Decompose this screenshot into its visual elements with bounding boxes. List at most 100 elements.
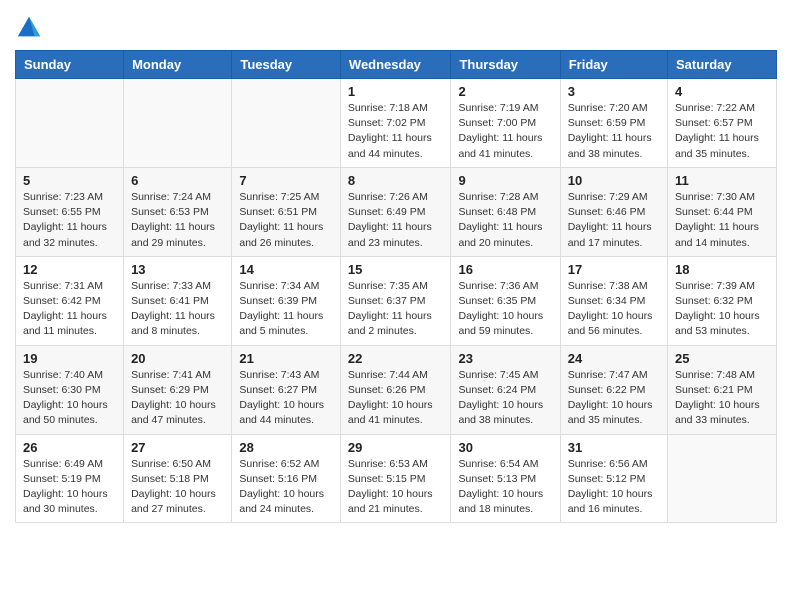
calendar-day-cell: 8 Sunrise: 7:26 AM Sunset: 6:49 PM Daylig… xyxy=(340,167,451,256)
day-number: 13 xyxy=(131,262,224,277)
page-container: SundayMondayTuesdayWednesdayThursdayFrid… xyxy=(0,0,792,538)
day-info: Sunrise: 7:39 AM Sunset: 6:32 PM Dayligh… xyxy=(675,279,769,340)
day-info: Sunrise: 7:30 AM Sunset: 6:44 PM Dayligh… xyxy=(675,190,769,251)
day-number: 7 xyxy=(239,173,333,188)
day-info: Sunrise: 7:23 AM Sunset: 6:55 PM Dayligh… xyxy=(23,190,116,251)
header xyxy=(15,10,777,42)
day-info: Sunrise: 7:25 AM Sunset: 6:51 PM Dayligh… xyxy=(239,190,333,251)
day-info: Sunrise: 7:24 AM Sunset: 6:53 PM Dayligh… xyxy=(131,190,224,251)
calendar-week-row: 12 Sunrise: 7:31 AM Sunset: 6:42 PM Dayli… xyxy=(16,256,777,345)
day-number: 9 xyxy=(458,173,552,188)
calendar-day-cell: 23 Sunrise: 7:45 AM Sunset: 6:24 PM Dayli… xyxy=(451,345,560,434)
day-of-week-header: Thursday xyxy=(451,51,560,79)
day-of-week-header: Monday xyxy=(124,51,232,79)
day-number: 18 xyxy=(675,262,769,277)
calendar-day-cell: 24 Sunrise: 7:47 AM Sunset: 6:22 PM Dayli… xyxy=(560,345,667,434)
calendar-day-cell: 18 Sunrise: 7:39 AM Sunset: 6:32 PM Dayli… xyxy=(668,256,777,345)
calendar-day-cell: 6Sunrise: 7:24 AM Sunset: 6:53 PM Daylig… xyxy=(124,167,232,256)
day-number: 14 xyxy=(239,262,333,277)
day-info: Sunrise: 7:34 AM Sunset: 6:39 PM Dayligh… xyxy=(239,279,333,340)
day-info: Sunrise: 6:50 AM Sunset: 5:18 PM Dayligh… xyxy=(131,457,224,518)
day-number: 8 xyxy=(348,173,444,188)
day-info: Sunrise: 7:45 AM Sunset: 6:24 PM Dayligh… xyxy=(458,368,552,429)
calendar-day-cell xyxy=(668,434,777,523)
day-number: 25 xyxy=(675,351,769,366)
day-info: Sunrise: 7:26 AM Sunset: 6:49 PM Dayligh… xyxy=(348,190,444,251)
day-info: Sunrise: 6:49 AM Sunset: 5:19 PM Dayligh… xyxy=(23,457,116,518)
day-info: Sunrise: 7:41 AM Sunset: 6:29 PM Dayligh… xyxy=(131,368,224,429)
calendar-day-cell: 11 Sunrise: 7:30 AM Sunset: 6:44 PM Dayli… xyxy=(668,167,777,256)
day-info: Sunrise: 7:19 AM Sunset: 7:00 PM Dayligh… xyxy=(458,101,552,162)
calendar-week-row: 5 Sunrise: 7:23 AM Sunset: 6:55 PM Daylig… xyxy=(16,167,777,256)
calendar-day-cell: 27Sunrise: 6:50 AM Sunset: 5:18 PM Dayli… xyxy=(124,434,232,523)
day-of-week-header: Sunday xyxy=(16,51,124,79)
day-number: 31 xyxy=(568,440,660,455)
calendar-day-cell: 13 Sunrise: 7:33 AM Sunset: 6:41 PM Dayli… xyxy=(124,256,232,345)
calendar-day-cell: 16Sunrise: 7:36 AM Sunset: 6:35 PM Dayli… xyxy=(451,256,560,345)
day-number: 24 xyxy=(568,351,660,366)
calendar-day-cell: 28Sunrise: 6:52 AM Sunset: 5:16 PM Dayli… xyxy=(232,434,341,523)
day-info: Sunrise: 7:44 AM Sunset: 6:26 PM Dayligh… xyxy=(348,368,444,429)
day-info: Sunrise: 7:18 AM Sunset: 7:02 PM Dayligh… xyxy=(348,101,444,162)
day-number: 21 xyxy=(239,351,333,366)
calendar-day-cell: 3Sunrise: 7:20 AM Sunset: 6:59 PM Daylig… xyxy=(560,79,667,168)
day-info: Sunrise: 7:36 AM Sunset: 6:35 PM Dayligh… xyxy=(458,279,552,340)
day-info: Sunrise: 7:40 AM Sunset: 6:30 PM Dayligh… xyxy=(23,368,116,429)
day-number: 23 xyxy=(458,351,552,366)
day-info: Sunrise: 7:29 AM Sunset: 6:46 PM Dayligh… xyxy=(568,190,660,251)
day-number: 10 xyxy=(568,173,660,188)
day-info: Sunrise: 7:48 AM Sunset: 6:21 PM Dayligh… xyxy=(675,368,769,429)
day-of-week-header: Friday xyxy=(560,51,667,79)
day-number: 20 xyxy=(131,351,224,366)
day-number: 22 xyxy=(348,351,444,366)
logo-icon xyxy=(15,14,43,42)
day-number: 29 xyxy=(348,440,444,455)
day-info: Sunrise: 7:47 AM Sunset: 6:22 PM Dayligh… xyxy=(568,368,660,429)
day-info: Sunrise: 7:35 AM Sunset: 6:37 PM Dayligh… xyxy=(348,279,444,340)
calendar-day-cell: 21 Sunrise: 7:43 AM Sunset: 6:27 PM Dayli… xyxy=(232,345,341,434)
calendar-day-cell xyxy=(124,79,232,168)
day-info: Sunrise: 6:52 AM Sunset: 5:16 PM Dayligh… xyxy=(239,457,333,518)
calendar-day-cell xyxy=(232,79,341,168)
day-info: Sunrise: 7:38 AM Sunset: 6:34 PM Dayligh… xyxy=(568,279,660,340)
calendar-day-cell: 15Sunrise: 7:35 AM Sunset: 6:37 PM Dayli… xyxy=(340,256,451,345)
calendar-day-cell: 22 Sunrise: 7:44 AM Sunset: 6:26 PM Dayli… xyxy=(340,345,451,434)
calendar-week-row: 26 Sunrise: 6:49 AM Sunset: 5:19 PM Dayli… xyxy=(16,434,777,523)
day-info: Sunrise: 7:20 AM Sunset: 6:59 PM Dayligh… xyxy=(568,101,660,162)
day-number: 11 xyxy=(675,173,769,188)
calendar-day-cell: 30 Sunrise: 6:54 AM Sunset: 5:13 PM Dayli… xyxy=(451,434,560,523)
calendar-header-row: SundayMondayTuesdayWednesdayThursdayFrid… xyxy=(16,51,777,79)
calendar-day-cell: 19 Sunrise: 7:40 AM Sunset: 6:30 PM Dayli… xyxy=(16,345,124,434)
day-number: 26 xyxy=(23,440,116,455)
day-info: Sunrise: 7:43 AM Sunset: 6:27 PM Dayligh… xyxy=(239,368,333,429)
calendar-day-cell: 14 Sunrise: 7:34 AM Sunset: 6:39 PM Dayli… xyxy=(232,256,341,345)
calendar-day-cell: 2Sunrise: 7:19 AM Sunset: 7:00 PM Daylig… xyxy=(451,79,560,168)
calendar-day-cell: 29 Sunrise: 6:53 AM Sunset: 5:15 PM Dayli… xyxy=(340,434,451,523)
day-info: Sunrise: 6:56 AM Sunset: 5:12 PM Dayligh… xyxy=(568,457,660,518)
day-number: 17 xyxy=(568,262,660,277)
calendar-day-cell: 12 Sunrise: 7:31 AM Sunset: 6:42 PM Dayli… xyxy=(16,256,124,345)
calendar-table: SundayMondayTuesdayWednesdayThursdayFrid… xyxy=(15,50,777,523)
day-of-week-header: Tuesday xyxy=(232,51,341,79)
calendar-day-cell: 17 Sunrise: 7:38 AM Sunset: 6:34 PM Dayli… xyxy=(560,256,667,345)
day-info: Sunrise: 7:28 AM Sunset: 6:48 PM Dayligh… xyxy=(458,190,552,251)
calendar-day-cell: 20 Sunrise: 7:41 AM Sunset: 6:29 PM Dayli… xyxy=(124,345,232,434)
day-info: Sunrise: 6:54 AM Sunset: 5:13 PM Dayligh… xyxy=(458,457,552,518)
day-number: 1 xyxy=(348,84,444,99)
day-info: Sunrise: 6:53 AM Sunset: 5:15 PM Dayligh… xyxy=(348,457,444,518)
calendar-day-cell: 25 Sunrise: 7:48 AM Sunset: 6:21 PM Dayli… xyxy=(668,345,777,434)
calendar-day-cell: 4Sunrise: 7:22 AM Sunset: 6:57 PM Daylig… xyxy=(668,79,777,168)
day-info: Sunrise: 7:31 AM Sunset: 6:42 PM Dayligh… xyxy=(23,279,116,340)
calendar-day-cell: 5 Sunrise: 7:23 AM Sunset: 6:55 PM Daylig… xyxy=(16,167,124,256)
calendar-week-row: 1 Sunrise: 7:18 AM Sunset: 7:02 PM Daylig… xyxy=(16,79,777,168)
calendar-week-row: 19 Sunrise: 7:40 AM Sunset: 6:30 PM Dayli… xyxy=(16,345,777,434)
day-number: 30 xyxy=(458,440,552,455)
day-of-week-header: Wednesday xyxy=(340,51,451,79)
day-info: Sunrise: 7:33 AM Sunset: 6:41 PM Dayligh… xyxy=(131,279,224,340)
day-number: 19 xyxy=(23,351,116,366)
calendar-day-cell: 10 Sunrise: 7:29 AM Sunset: 6:46 PM Dayli… xyxy=(560,167,667,256)
day-number: 12 xyxy=(23,262,116,277)
day-number: 5 xyxy=(23,173,116,188)
calendar-day-cell xyxy=(16,79,124,168)
calendar-day-cell: 1 Sunrise: 7:18 AM Sunset: 7:02 PM Daylig… xyxy=(340,79,451,168)
